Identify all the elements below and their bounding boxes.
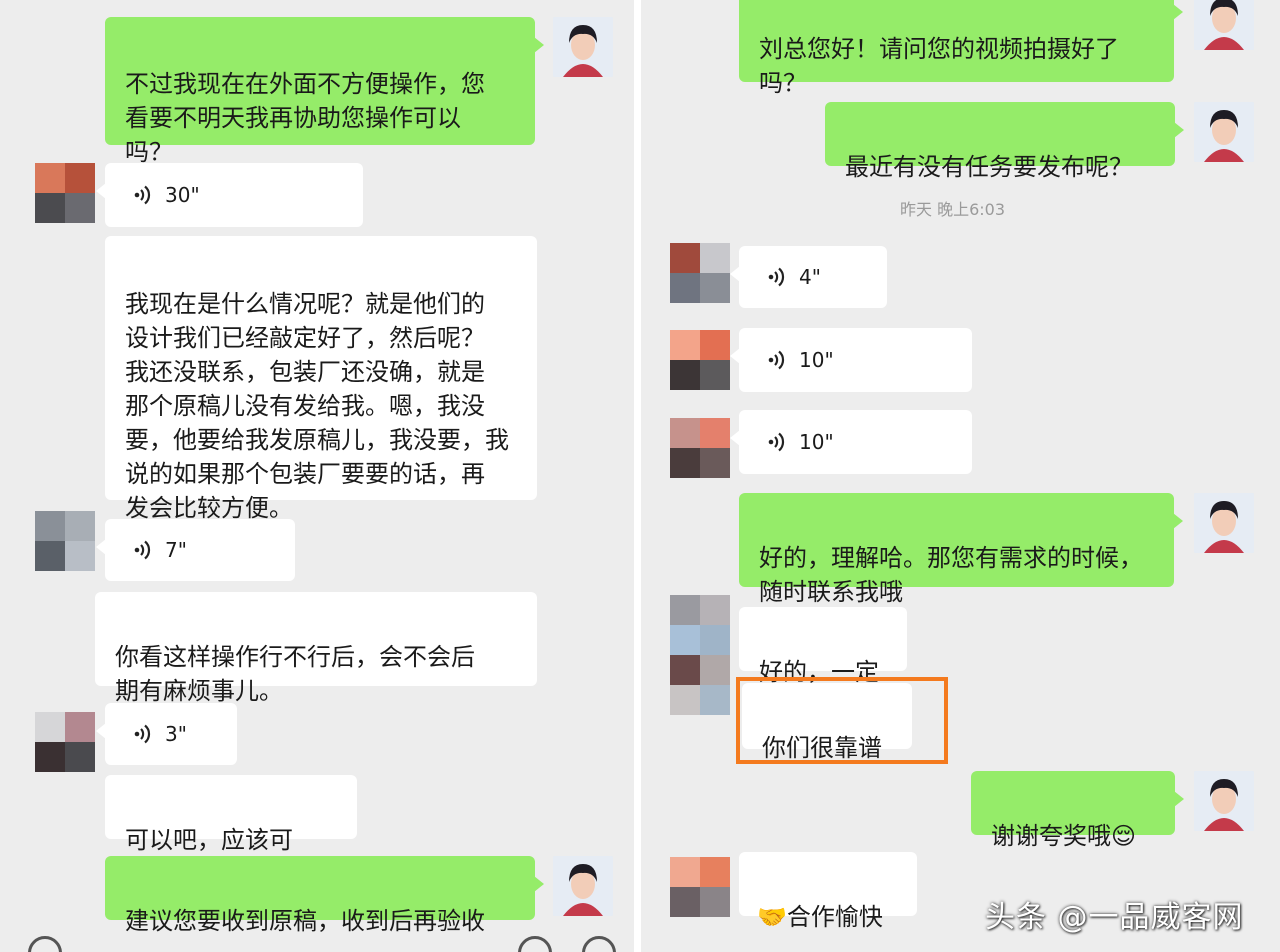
voice-message-icon bbox=[768, 267, 785, 287]
toolbar-icon[interactable] bbox=[28, 936, 62, 952]
received-message[interactable]: 我现在是什么情况呢？就是他们的 设计我们已经敲定好了，然后呢？ 我还没联系，包装… bbox=[105, 236, 537, 522]
avatar-icon bbox=[553, 17, 613, 77]
received-message[interactable]: 🤝合作愉快 bbox=[739, 852, 917, 931]
avatar-icon bbox=[1194, 102, 1254, 162]
my-avatar[interactable] bbox=[553, 17, 613, 77]
voice-duration: 10" bbox=[799, 430, 834, 454]
voice-message-icon bbox=[134, 185, 151, 205]
message-text: 最近有没有任务要发布呢？ bbox=[845, 153, 1133, 181]
voice-duration: 30" bbox=[165, 183, 200, 207]
my-avatar[interactable] bbox=[1194, 102, 1254, 162]
my-avatar[interactable] bbox=[1194, 771, 1254, 831]
avatar-icon bbox=[1194, 493, 1254, 553]
voice-message-icon bbox=[134, 724, 151, 744]
sent-message[interactable]: 刘总您好！请问您的视频拍摄好了 吗？ bbox=[739, 0, 1183, 97]
voice-message[interactable]: 30" bbox=[96, 163, 363, 227]
message-text: 建议您要收到原稿，收到后再验收 bbox=[125, 907, 485, 935]
contact-avatar[interactable] bbox=[670, 595, 730, 655]
received-message[interactable]: 你看这样操作行不行后，会不会后 期有麻烦事儿。 bbox=[95, 592, 537, 705]
sent-message[interactable]: 不过我现在在外面不方便操作，您 看要不明天我再协助您操作可以 吗？ bbox=[105, 17, 544, 166]
voice-duration: 7" bbox=[165, 538, 187, 562]
message-text: 我现在是什么情况呢？就是他们的 设计我们已经敲定好了，然后呢？ 我还没联系，包装… bbox=[125, 290, 509, 522]
left-chat-screenshot: 不过我现在在外面不方便操作，您 看要不明天我再协助您操作可以 吗？ 30" 我现… bbox=[0, 0, 634, 952]
contact-avatar[interactable] bbox=[670, 330, 730, 390]
message-text: 你们很靠谱 bbox=[762, 734, 882, 762]
my-avatar[interactable] bbox=[1194, 0, 1254, 50]
sent-message[interactable]: 谢谢夸奖哦😌 bbox=[971, 771, 1184, 850]
watermark: 头条 @一品威客网 bbox=[985, 900, 1244, 935]
received-message[interactable]: 好的，一定 bbox=[739, 607, 907, 686]
my-avatar[interactable] bbox=[553, 856, 613, 916]
sent-message[interactable]: 建议您要收到原稿，收到后再验收 bbox=[105, 856, 544, 935]
voice-message[interactable]: 4" bbox=[730, 246, 887, 308]
message-text: 你看这样操作行不行后，会不会后 期有麻烦事儿。 bbox=[115, 643, 475, 705]
voice-duration: 4" bbox=[799, 265, 821, 289]
received-message[interactable]: 可以吧，应该可以。 bbox=[105, 775, 357, 888]
voice-duration: 3" bbox=[165, 722, 187, 746]
voice-message[interactable]: 10" bbox=[730, 328, 972, 392]
message-text: 谢谢夸奖哦😌 bbox=[991, 822, 1137, 850]
voice-duration: 10" bbox=[799, 348, 834, 372]
avatar-icon bbox=[1194, 771, 1254, 831]
message-text: 🤝合作愉快 bbox=[757, 903, 883, 931]
message-text: 刘总您好！请问您的视频拍摄好了 吗？ bbox=[759, 35, 1119, 97]
contact-avatar[interactable] bbox=[35, 712, 95, 772]
sent-message[interactable]: 最近有没有任务要发布呢？ bbox=[825, 102, 1184, 181]
my-avatar[interactable] bbox=[1194, 493, 1254, 553]
received-message-highlighted[interactable]: 你们很靠谱 bbox=[742, 683, 912, 762]
voice-message-icon bbox=[768, 350, 785, 370]
contact-avatar[interactable] bbox=[670, 243, 730, 303]
contact-avatar[interactable] bbox=[670, 857, 730, 917]
voice-message-icon bbox=[134, 540, 151, 560]
message-text: 不过我现在在外面不方便操作，您 看要不明天我再协助您操作可以 吗？ bbox=[125, 70, 485, 166]
right-chat-screenshot: 刘总您好！请问您的视频拍摄好了 吗？ 最近有没有任务要发布呢？ 昨天 晚上6:0… bbox=[641, 0, 1280, 952]
voice-message[interactable]: 3" bbox=[96, 703, 237, 765]
toolbar-icon[interactable] bbox=[518, 936, 552, 952]
voice-message[interactable]: 10" bbox=[730, 410, 972, 474]
avatar-icon bbox=[553, 856, 613, 916]
message-text: 好的，理解哈。那您有需求的时候， 随时联系我哦 bbox=[759, 544, 1143, 606]
voice-message[interactable]: 7" bbox=[96, 519, 295, 581]
message-timestamp: 昨天 晚上6:03 bbox=[900, 200, 1006, 219]
toolbar-icon[interactable] bbox=[582, 936, 616, 952]
contact-avatar[interactable] bbox=[35, 163, 95, 223]
voice-message-icon bbox=[768, 432, 785, 452]
contact-avatar[interactable] bbox=[670, 418, 730, 478]
avatar-icon bbox=[1194, 0, 1254, 50]
contact-avatar[interactable] bbox=[670, 655, 730, 715]
sent-message[interactable]: 好的，理解哈。那您有需求的时候， 随时联系我哦 bbox=[739, 493, 1183, 606]
contact-avatar[interactable] bbox=[35, 511, 95, 571]
